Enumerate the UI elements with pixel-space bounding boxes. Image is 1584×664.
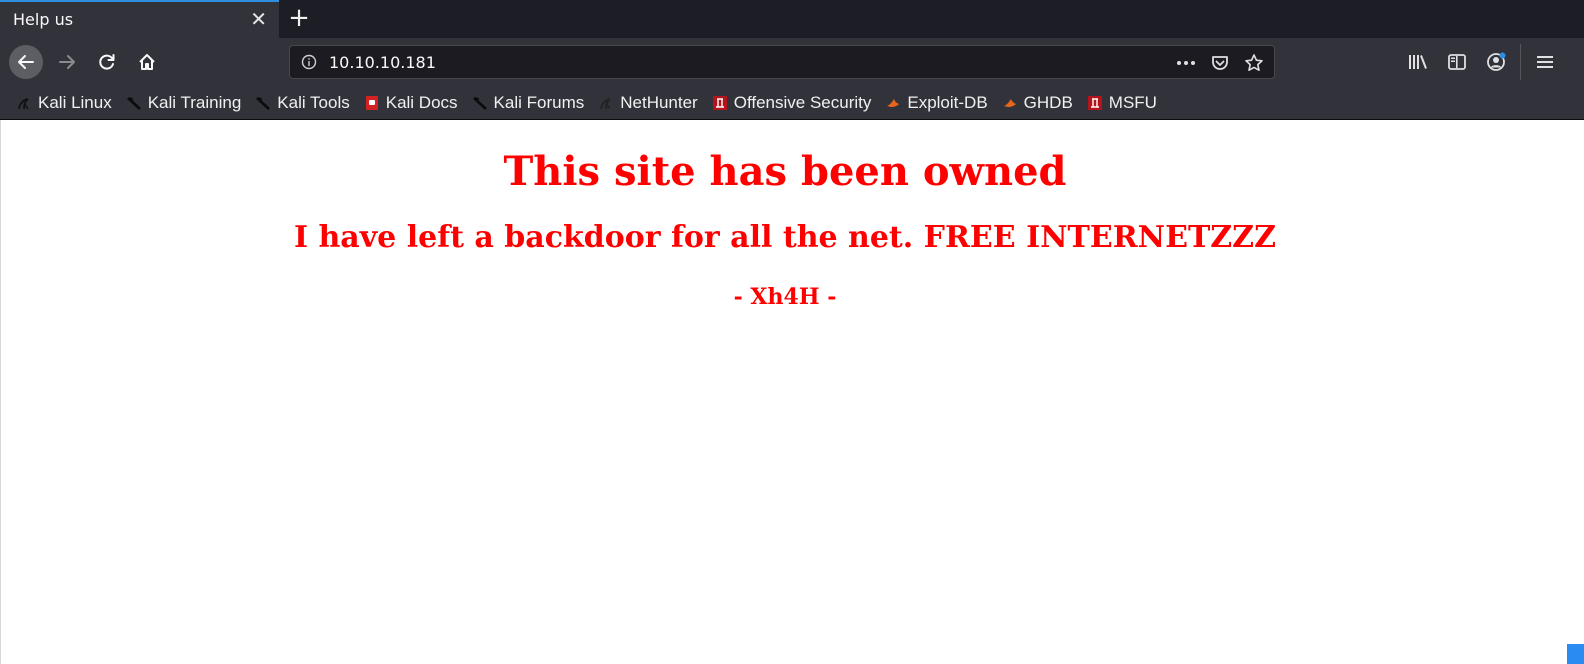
url-bar[interactable]: 10.10.10.181	[289, 45, 1275, 79]
bookmark-ghdb[interactable]: GHDB	[1002, 93, 1073, 113]
bookmark-label: Kali Tools	[277, 92, 350, 112]
page-signature: - Xh4H -	[733, 284, 837, 310]
bookmark-label: GHDB	[1023, 92, 1073, 112]
url-text[interactable]: 10.10.10.181	[329, 53, 436, 72]
back-button[interactable]	[9, 45, 43, 79]
page-subheading: I have left a backdoor for all the net. …	[294, 220, 1276, 255]
sidebar-button[interactable]	[1445, 50, 1469, 74]
bookmark-kali-tools[interactable]: Kali Tools	[255, 92, 350, 113]
sidebar-icon	[1448, 54, 1466, 70]
page-content: This site has been owned I have left a b…	[0, 120, 1584, 664]
library-icon	[1409, 55, 1427, 69]
kali-dragon-icon	[16, 95, 32, 111]
reload-button[interactable]	[91, 46, 123, 78]
new-tab-button[interactable]: +	[287, 4, 311, 32]
menu-button[interactable]	[1533, 50, 1557, 74]
kali-dragon-icon	[472, 95, 488, 111]
nethunter-icon	[598, 95, 614, 111]
page-heading: This site has been owned	[503, 148, 1067, 195]
bookmark-label: Kali Training	[147, 92, 242, 112]
browser-window: Help us ✕ + 10.10.10.181 Kali Linux Kali…	[0, 0, 1584, 664]
arrow-right-icon	[59, 55, 75, 69]
account-button[interactable]	[1484, 50, 1508, 74]
bookmark-label: Offensive Security	[733, 92, 872, 112]
bookmark-kali-forums[interactable]: Kali Forums	[472, 92, 585, 113]
offsec-icon	[1087, 95, 1103, 111]
tab-title: Help us	[13, 10, 74, 29]
nav-toolbar: 10.10.10.181	[0, 38, 1584, 86]
library-button[interactable]	[1406, 50, 1430, 74]
bookmark-label: NetHunter	[620, 92, 698, 112]
bookmark-exploit-db[interactable]: Exploit-DB	[885, 92, 988, 113]
hamburger-menu-icon	[1537, 56, 1553, 68]
bookmark-msfu[interactable]: MSFU	[1087, 93, 1157, 113]
scroll-indicator	[1567, 644, 1584, 664]
close-tab-icon[interactable]: ✕	[250, 7, 267, 31]
bookmark-star-icon[interactable]	[1242, 52, 1266, 74]
page-actions-icon[interactable]	[1174, 52, 1198, 74]
bookmark-label: MSFU	[1108, 92, 1157, 112]
tab-help-us[interactable]: Help us ✕	[0, 0, 279, 38]
pocket-icon[interactable]	[1208, 52, 1232, 74]
arrow-left-icon	[18, 55, 34, 69]
exploitdb-icon	[885, 95, 901, 111]
bookmark-label: Kali Docs	[385, 92, 458, 112]
bookmark-label: Kali Linux	[38, 92, 112, 112]
bookmark-label: Kali Forums	[493, 92, 585, 112]
offsec-icon	[712, 95, 728, 111]
url-actions	[1174, 52, 1266, 74]
exploitdb-icon	[1002, 95, 1018, 111]
bookmark-kali-linux[interactable]: Kali Linux	[16, 93, 112, 113]
kali-docs-icon	[364, 95, 380, 111]
tab-strip: Help us ✕ +	[0, 0, 1584, 38]
reload-icon	[99, 54, 115, 70]
account-icon	[1487, 52, 1506, 71]
bookmark-nethunter[interactable]: NetHunter	[598, 92, 698, 113]
bookmark-label: Exploit-DB	[907, 92, 988, 112]
bookmarks-bar: Kali Linux Kali Training Kali Tools Kali…	[0, 86, 1584, 120]
bookmark-kali-docs[interactable]: Kali Docs	[364, 93, 458, 113]
toolbar-separator	[1520, 44, 1521, 80]
home-icon	[139, 54, 155, 70]
kali-dragon-icon	[126, 95, 142, 111]
info-icon[interactable]	[301, 54, 317, 70]
kali-dragon-icon	[255, 95, 271, 111]
bookmark-kali-training[interactable]: Kali Training	[126, 92, 242, 113]
bookmark-offensive-security[interactable]: Offensive Security	[712, 92, 872, 113]
home-button[interactable]	[131, 46, 163, 78]
forward-button[interactable]	[51, 46, 83, 78]
